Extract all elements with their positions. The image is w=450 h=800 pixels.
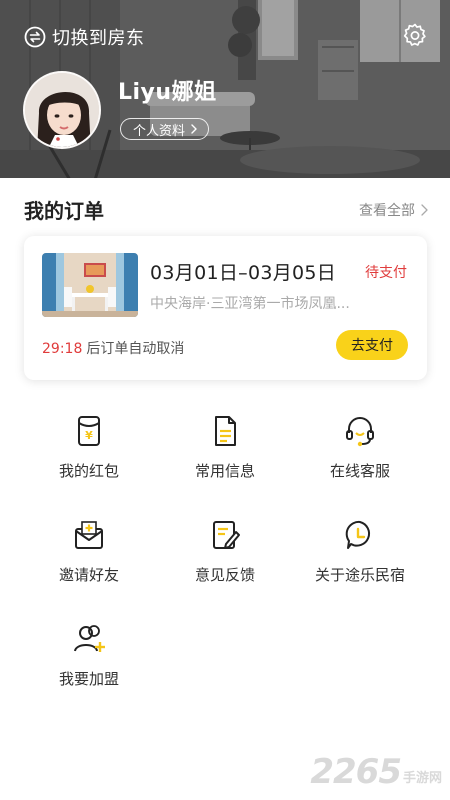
menu-label: 邀请好友 xyxy=(58,566,119,584)
order-address: 中央海岸·三亚湾第一市场凤凰... xyxy=(150,296,350,312)
switch-to-landlord-button[interactable]: 切换到房东 xyxy=(24,24,145,50)
invite-envelope-icon xyxy=(75,521,103,549)
feedback-edit-icon xyxy=(213,521,240,549)
menu-feedback[interactable]: 意见反馈 xyxy=(155,518,295,585)
user-name: Liyu娜姐 xyxy=(118,80,217,105)
document-icon xyxy=(215,416,236,446)
pay-now-button[interactable]: 去支付 xyxy=(336,330,408,360)
order-room-thumbnail xyxy=(42,253,138,317)
view-all-orders-link[interactable]: 查看全部 xyxy=(359,200,428,220)
join-users-icon xyxy=(74,625,105,652)
site-watermark: 2265 手游网 xyxy=(310,752,442,792)
my-orders-title: 我的订单 xyxy=(24,199,104,223)
menu-label: 我的红包 xyxy=(58,462,119,480)
menu-label: 意见反馈 xyxy=(194,566,255,584)
swap-arrows-icon xyxy=(24,26,46,48)
menu-label: 我要加盟 xyxy=(58,670,119,688)
menu-common-info[interactable]: 常用信息 xyxy=(155,414,295,481)
order-card[interactable]: 03月01日–03月05日 待支付 中央海岸·三亚湾第一市场凤凰... 29:1… xyxy=(24,236,427,380)
gear-icon[interactable] xyxy=(402,22,428,48)
personal-profile-label: 个人资料 xyxy=(133,123,186,139)
menu-my-red-packets[interactable]: ¥ 我的红包 xyxy=(19,414,159,481)
red-packet-icon: ¥ xyxy=(78,416,100,446)
menu-about[interactable]: 关于途乐民宿 xyxy=(290,518,430,585)
order-dates: 03月01日–03月05日 xyxy=(150,262,337,284)
avatar[interactable] xyxy=(23,71,101,149)
switch-to-landlord-label: 切换到房东 xyxy=(52,28,145,49)
menu-online-support[interactable]: 在线客服 xyxy=(290,414,430,481)
order-countdown: 29:18 xyxy=(42,341,83,357)
menu-join-franchise[interactable]: 我要加盟 xyxy=(19,622,159,689)
order-cancel-text: 后订单自动取消 xyxy=(86,341,185,357)
profile-header: 切换到房东 Liyu娜姐 个人资料 xyxy=(0,0,450,178)
main-content: 我的订单 查看全部 03月01日–03月05日 待支付 中央海岸·三亚湾第一市场… xyxy=(0,178,450,800)
svg-text:¥: ¥ xyxy=(85,429,93,442)
order-status-badge: 待支付 xyxy=(365,265,407,281)
menu-label: 在线客服 xyxy=(329,462,390,480)
chevron-right-icon xyxy=(191,124,197,134)
order-auto-cancel-notice: 29:18 后订单自动取消 xyxy=(42,338,184,358)
menu-invite-friends[interactable]: 邀请好友 xyxy=(19,518,159,585)
view-all-label: 查看全部 xyxy=(359,203,415,219)
personal-profile-button[interactable]: 个人资料 xyxy=(120,118,210,140)
headset-icon xyxy=(346,417,374,447)
menu-label: 关于途乐民宿 xyxy=(314,566,405,584)
watermark-text: 手游网 xyxy=(402,771,442,786)
watermark-number: 2265 xyxy=(310,752,402,792)
about-clock-icon xyxy=(345,520,371,549)
chevron-right-icon xyxy=(421,204,428,216)
menu-label: 常用信息 xyxy=(194,462,255,480)
